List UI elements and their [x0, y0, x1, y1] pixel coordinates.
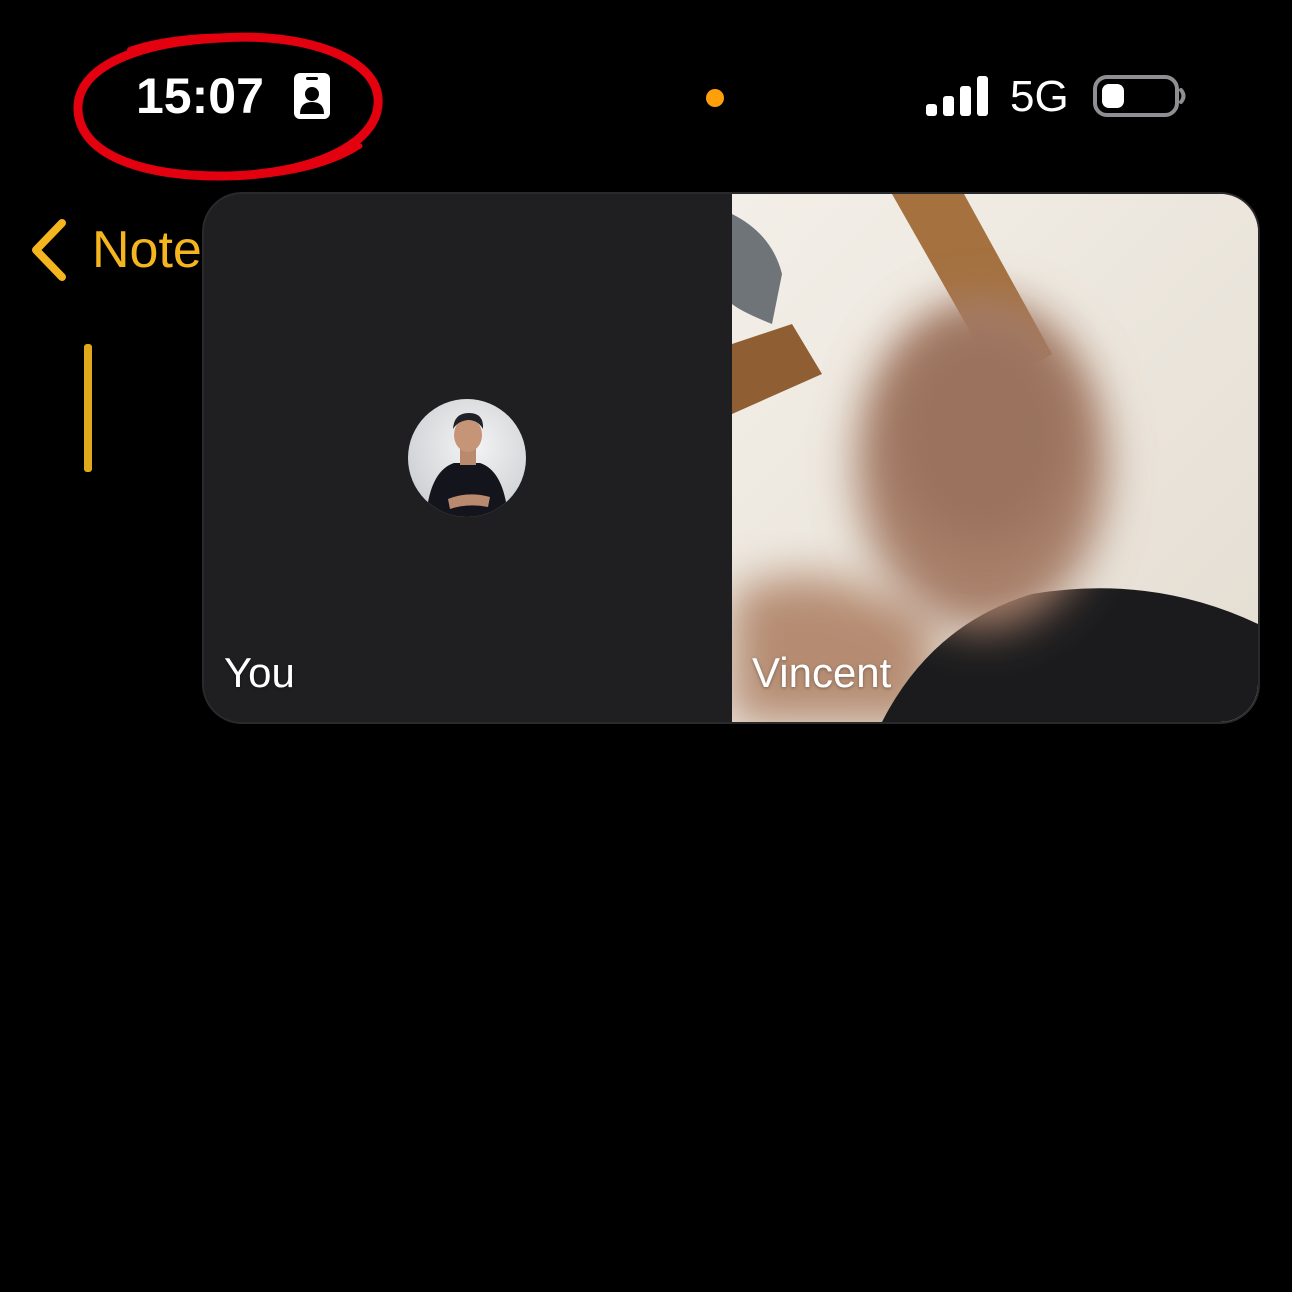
chevron-left-icon — [32, 219, 66, 281]
avatar-photo — [408, 399, 526, 517]
battery-icon — [1093, 75, 1186, 117]
privacy-indicator-dot — [706, 89, 724, 107]
network-type-label: 5G — [1010, 72, 1069, 121]
status-bar: 15:07 5G — [0, 0, 1292, 190]
remote-video-feed — [732, 194, 1258, 722]
notes-back-button[interactable]: Note — [24, 214, 202, 286]
remote-participant-label: Vincent — [752, 649, 892, 696]
status-time: 15:07 — [136, 68, 264, 124]
self-tile[interactable]: You — [204, 194, 732, 722]
remote-video-tile[interactable]: Vincent — [732, 194, 1258, 722]
text-cursor — [84, 344, 92, 472]
self-participant-label: You — [224, 649, 295, 696]
call-pip-window[interactable]: You Vincent — [204, 194, 1258, 722]
back-button-label: Note — [92, 221, 202, 279]
signal-icon — [926, 76, 988, 116]
user-avatar — [408, 399, 526, 517]
contact-card-icon — [294, 73, 330, 119]
